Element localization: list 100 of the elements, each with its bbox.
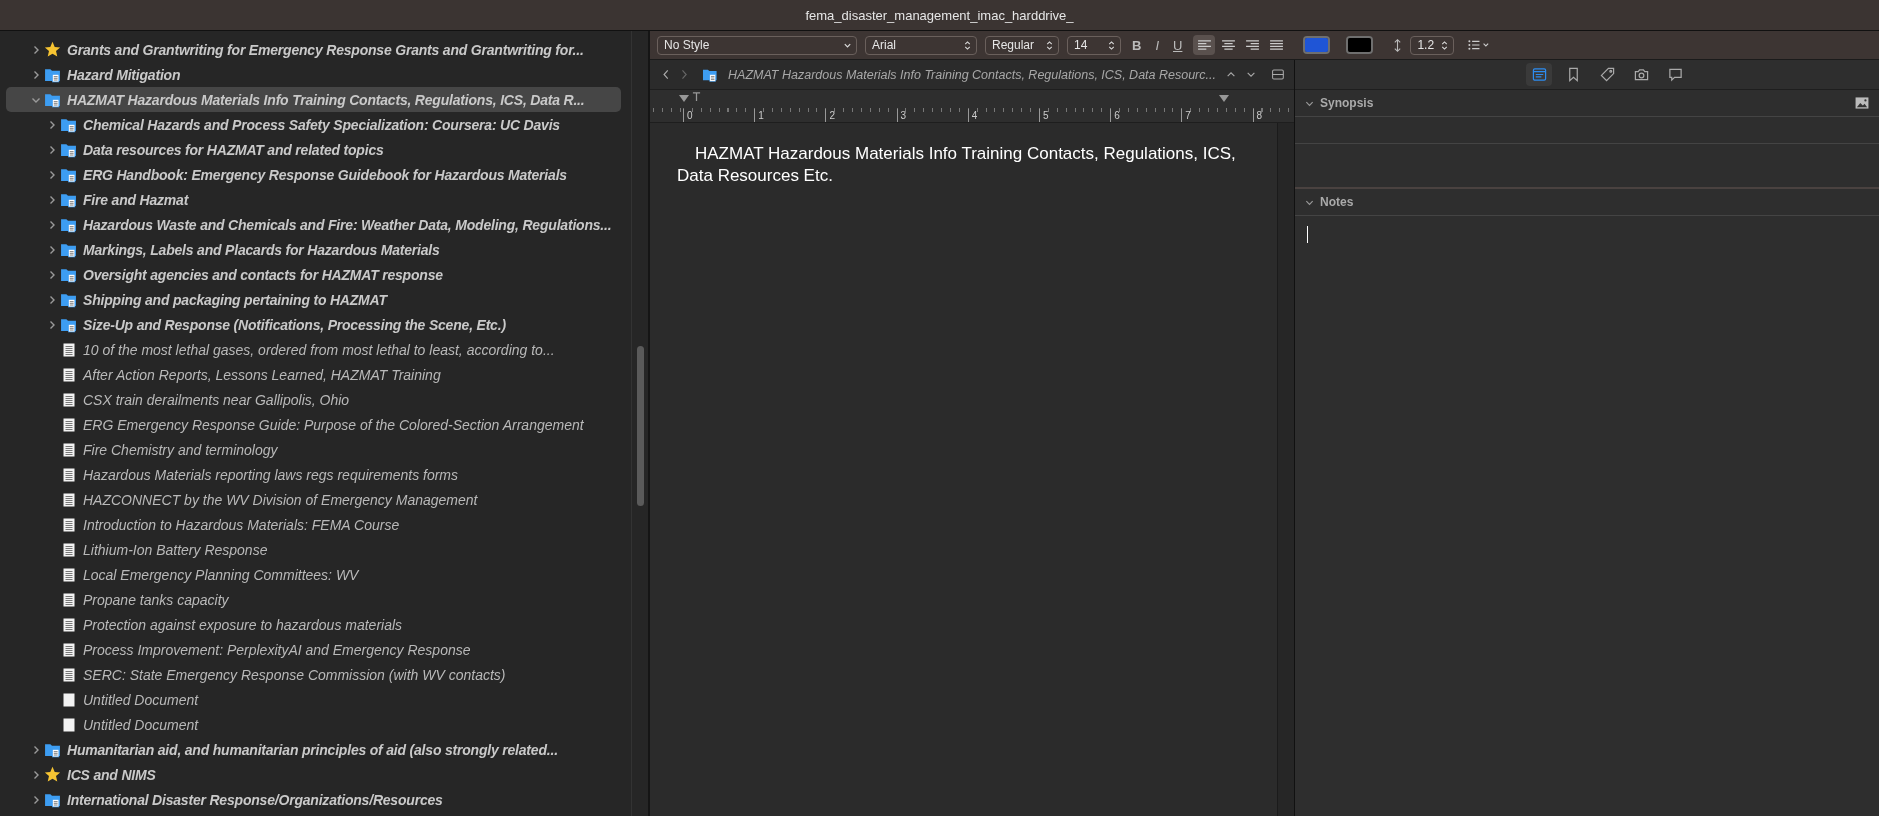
disclosure-chevron-icon[interactable]: [47, 219, 57, 230]
disclosure-chevron-icon[interactable]: [47, 144, 57, 155]
binder-item[interactable]: Oversight agencies and contacts for HAZMAT response: [6, 262, 621, 287]
binder-item[interactable]: ERG Handbook: Emergency Response Guidebook for Hazardous Materials: [6, 162, 621, 187]
binder-item[interactable]: Protection against exposure to hazardous materials: [6, 612, 621, 637]
binder-item[interactable]: CSX train derailments near Gallipolis, Ohio: [6, 387, 621, 412]
binder-item[interactable]: Hazard Mitigation: [6, 62, 621, 87]
binder-item-label: Introduction to Hazardous Materials: FEMA Course: [83, 516, 400, 533]
binder-item[interactable]: Data resources for HAZMAT and related topics: [6, 137, 621, 162]
binder-item[interactable]: Fire and Hazmat: [6, 187, 621, 212]
scrollbar-thumb[interactable]: [636, 346, 644, 506]
disclosure-chevron-icon[interactable]: [47, 319, 57, 330]
binder-item-label: SERC: State Emergency Response Commission (with WV contacts): [83, 666, 506, 683]
binder-item-label: ICS and NIMS: [67, 766, 156, 783]
align-left-button[interactable]: [1193, 35, 1216, 55]
disclosure-chevron-icon[interactable]: [47, 119, 57, 130]
chevron-down-icon[interactable]: [1246, 70, 1257, 79]
binder-item[interactable]: After Action Reports, Lessons Learned, HAZMAT Training: [6, 362, 621, 387]
binder-item[interactable]: Size-Up and Response (Notifications, Processing the Scene, Etc.): [6, 312, 621, 337]
document-icon: [63, 492, 75, 507]
underline-button[interactable]: U: [1170, 37, 1186, 53]
blank-document-icon: [63, 717, 75, 732]
binder-item[interactable]: International Disaster Response/Organizations/Resources: [6, 787, 621, 812]
notes-icon: [1531, 67, 1547, 82]
binder-item[interactable]: ERG Emergency Response Guide: Purpose of the Colored-Section Arrangement: [6, 412, 621, 437]
disclosure-chevron-icon[interactable]: [47, 194, 57, 205]
align-right-icon: [1244, 39, 1260, 51]
document-icon: [63, 542, 75, 557]
disclosure-chevron-icon[interactable]: [31, 744, 41, 755]
notes-tab[interactable]: [1526, 63, 1552, 86]
image-icon[interactable]: [1855, 97, 1869, 109]
star-icon: [44, 766, 61, 783]
disclosure-chevron-icon[interactable]: [47, 269, 57, 280]
align-left-icon: [1196, 39, 1212, 51]
folder-icon: [44, 741, 61, 758]
binder-item-label: After Action Reports, Lessons Learned, HAZMAT Training: [83, 366, 441, 383]
right-margin-marker-icon[interactable]: [1219, 95, 1229, 103]
binder-item[interactable]: Process Improvement: PerplexityAI and Emergency Response: [6, 637, 621, 662]
ruler-number: 4: [967, 109, 1039, 122]
split-view-icon[interactable]: [1272, 69, 1284, 80]
style-dropdown[interactable]: No Style: [657, 35, 857, 55]
folder-icon: [60, 116, 77, 133]
document-icon: [63, 642, 75, 657]
italic-button[interactable]: I: [1152, 37, 1162, 53]
binder-item[interactable]: Local Emergency Planning Committees: WV: [6, 562, 621, 587]
disclosure-chevron-icon[interactable]: [47, 294, 57, 305]
indent-marker-icon[interactable]: [679, 95, 689, 103]
binder-item-label: Fire and Hazmat: [83, 191, 189, 208]
binder-item-label: Markings, Labels and Placards for Hazardous Materials: [83, 241, 440, 258]
blank-document-icon: [63, 692, 75, 707]
disclosure-chevron-icon[interactable]: [31, 794, 41, 805]
disclosure-chevron-icon[interactable]: [31, 44, 41, 55]
folder-icon: [60, 241, 77, 258]
binder-item[interactable]: Grants and Grantwriting for Emergency Response Grants and Grantwriting for...: [6, 37, 621, 62]
binder-item[interactable]: SERC: State Emergency Response Commission (with WV contacts): [6, 662, 621, 687]
window-title: fema_disaster_management_imac_harddrive_: [805, 7, 1074, 23]
binder-item-label: Hazardous Materials reporting laws regs requirements forms: [83, 466, 459, 483]
binder-item-label: CSX train derailments near Gallipolis, Ohio: [83, 391, 350, 408]
folder-icon: [60, 266, 77, 283]
binder-item[interactable]: Fire Chemistry and terminology: [6, 437, 621, 462]
binder-item-label: ERG Emergency Response Guide: Purpose of the Colored-Section Arrangement: [83, 416, 584, 433]
document-icon: [63, 567, 75, 582]
chevron-up-icon[interactable]: [1225, 70, 1236, 79]
comment-icon: [1667, 67, 1683, 82]
binder-item[interactable]: Hazardous Materials reporting laws regs requirements forms: [6, 462, 621, 487]
disclosure-chevron-icon[interactable]: [31, 69, 41, 80]
line-spacing-field[interactable]: 1.2: [1410, 35, 1455, 55]
folder-icon: [60, 216, 77, 233]
font-dropdown[interactable]: Arial: [865, 35, 977, 55]
binder-item[interactable]: Shipping and packaging pertaining to HAZMAT: [6, 287, 621, 312]
list-menu-icon[interactable]: [1468, 39, 1491, 51]
ruler-number: 7: [1181, 109, 1253, 122]
disclosure-chevron-icon[interactable]: [47, 169, 57, 180]
binder-item[interactable]: Untitled Document: [6, 712, 621, 737]
font-weight-dropdown[interactable]: Regular: [985, 35, 1059, 55]
binder-item-label: Hazard Mitigation: [67, 66, 181, 83]
disclosure-chevron-icon[interactable]: [47, 244, 57, 255]
tab-stop-icon[interactable]: [692, 92, 701, 101]
disclosure-chevron-icon[interactable]: [31, 769, 41, 780]
document-icon: [63, 467, 75, 482]
ruler-number: 5: [1038, 109, 1111, 122]
line-spacing-icon: [1393, 37, 1403, 53]
camera-icon: [1633, 67, 1649, 82]
font-size-field[interactable]: 14: [1067, 35, 1121, 55]
binder-item[interactable]: Hazardous Waste and Chemicals and Fire: Weather Data, Modeling, Regulations...: [6, 212, 621, 237]
bold-button[interactable]: B: [1129, 37, 1145, 53]
binder-item[interactable]: HAZMAT Hazardous Materials Info Training Contacts, Regulations, ICS, Data R...: [6, 87, 621, 112]
binder-item[interactable]: Humanitarian aid, and humanitarian principles of aid (also strongly related...: [6, 737, 621, 762]
document-icon: [63, 517, 75, 532]
binder-item[interactable]: Propane tanks capacity: [6, 587, 621, 612]
binder-item[interactable]: Introduction to Hazardous Materials: FEMA Course: [6, 512, 621, 537]
binder-item[interactable]: ICS and NIMS: [6, 762, 621, 787]
folder-icon: [60, 141, 77, 158]
binder-item[interactable]: 10 of the most lethal gases, ordered from most lethal to least, according to...: [6, 337, 621, 362]
binder-item[interactable]: Untitled Document: [6, 687, 621, 712]
binder-item[interactable]: Chemical Hazards and Process Safety Specialization: Coursera: UC Davis: [6, 112, 621, 137]
document-icon: [63, 417, 75, 432]
binder-item[interactable]: Lithium-Ion Battery Response: [6, 537, 621, 562]
binder-item[interactable]: Markings, Labels and Placards for Hazardous Materials: [6, 237, 621, 262]
binder-item[interactable]: HAZCONNECT by the WV Division of Emergency Management: [6, 487, 621, 512]
